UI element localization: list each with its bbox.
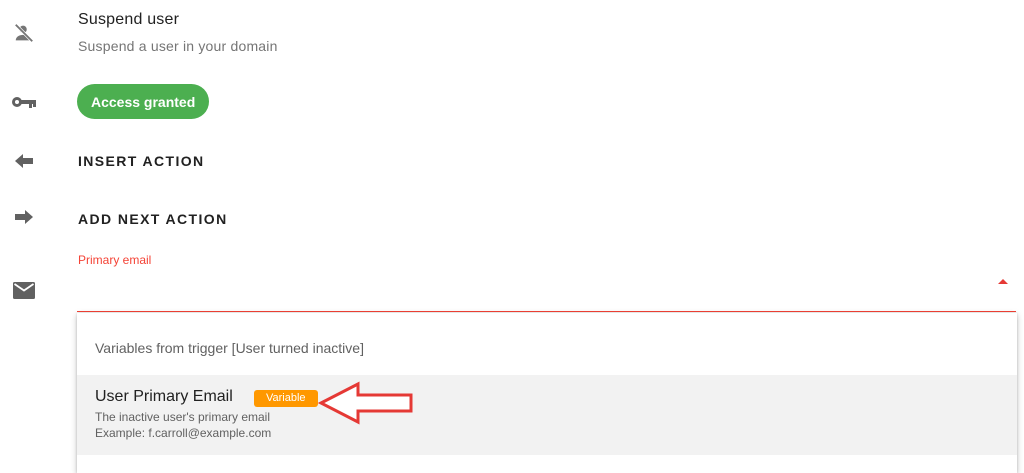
add-next-action-button[interactable]: ADD NEXT ACTION: [78, 211, 228, 227]
step-subtitle: Suspend a user in your domain: [78, 38, 278, 54]
dropdown-group-header: Variables from trigger [User turned inac…: [95, 340, 364, 356]
mail-icon: [11, 277, 37, 303]
arrow-right-icon[interactable]: [11, 204, 37, 230]
step-title: Suspend user: [78, 11, 180, 28]
option-example: Example: f.carroll@example.com: [95, 426, 272, 440]
primary-email-label: Primary email: [78, 253, 152, 267]
arrow-left-icon[interactable]: [11, 148, 37, 174]
access-granted-badge: Access granted: [77, 84, 210, 119]
variable-badge: Variable: [254, 390, 318, 407]
insert-action-button[interactable]: INSERT ACTION: [78, 153, 205, 169]
primary-email-field-underline[interactable]: [77, 311, 1016, 312]
person-off-icon: [11, 20, 37, 46]
option-name: User Primary Email: [95, 388, 233, 405]
dropdown-caret-icon[interactable]: [998, 279, 1008, 284]
red-arrow-pointer-icon: [317, 381, 414, 430]
option-description: The inactive user's primary email: [95, 410, 271, 424]
dropdown-option-user-primary-email[interactable]: User Primary Email Variable The inactive…: [77, 375, 1017, 455]
key-icon: [11, 89, 37, 115]
email-variable-dropdown: Variables from trigger [User turned inac…: [77, 313, 1017, 473]
